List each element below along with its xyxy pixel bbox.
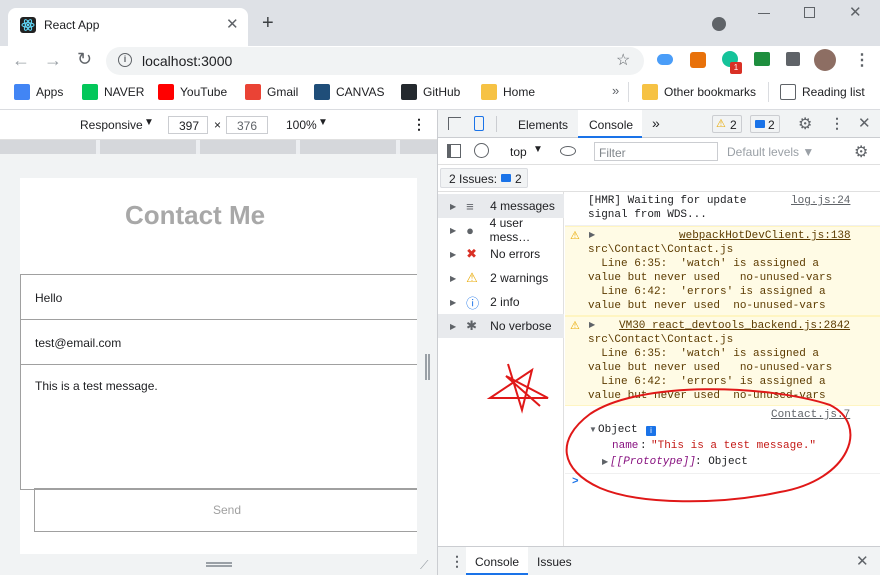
red-star-annotation — [486, 363, 549, 414]
red-circle-annotation — [565, 388, 852, 503]
red-annotation-overlay — [486, 363, 852, 503]
